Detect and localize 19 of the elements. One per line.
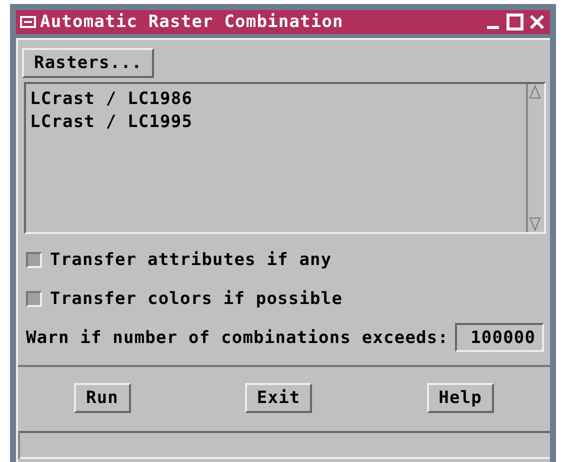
action-button[interactable]: Help	[426, 383, 494, 413]
input-field[interactable]: 100000	[454, 323, 544, 352]
checkbox[interactable]	[26, 252, 42, 268]
list-item[interactable]: LCrast / LC1995	[30, 111, 522, 134]
action-button[interactable]: Exit	[244, 383, 312, 413]
window-title: Automatic Raster Combination	[40, 12, 344, 32]
window-menu-icon[interactable]	[20, 16, 36, 28]
list-item[interactable]: LCrast / LC1986	[30, 88, 522, 111]
scroll-up-icon[interactable]	[528, 84, 542, 100]
close-icon[interactable]	[528, 13, 546, 31]
checkbox-label: Transfer attributes if any	[50, 250, 332, 270]
maximize-icon[interactable]	[506, 13, 524, 31]
checkbox[interactable]	[26, 290, 42, 306]
action-button[interactable]: Run	[74, 383, 131, 413]
rasters-button[interactable]: Rasters...	[22, 48, 154, 78]
warn-label: Warn if number of combinations exceeds:	[26, 328, 449, 348]
checkbox-label: Transfer colors if possible	[50, 288, 343, 308]
scrollbar[interactable]	[526, 84, 544, 232]
scroll-down-icon[interactable]	[528, 216, 542, 232]
